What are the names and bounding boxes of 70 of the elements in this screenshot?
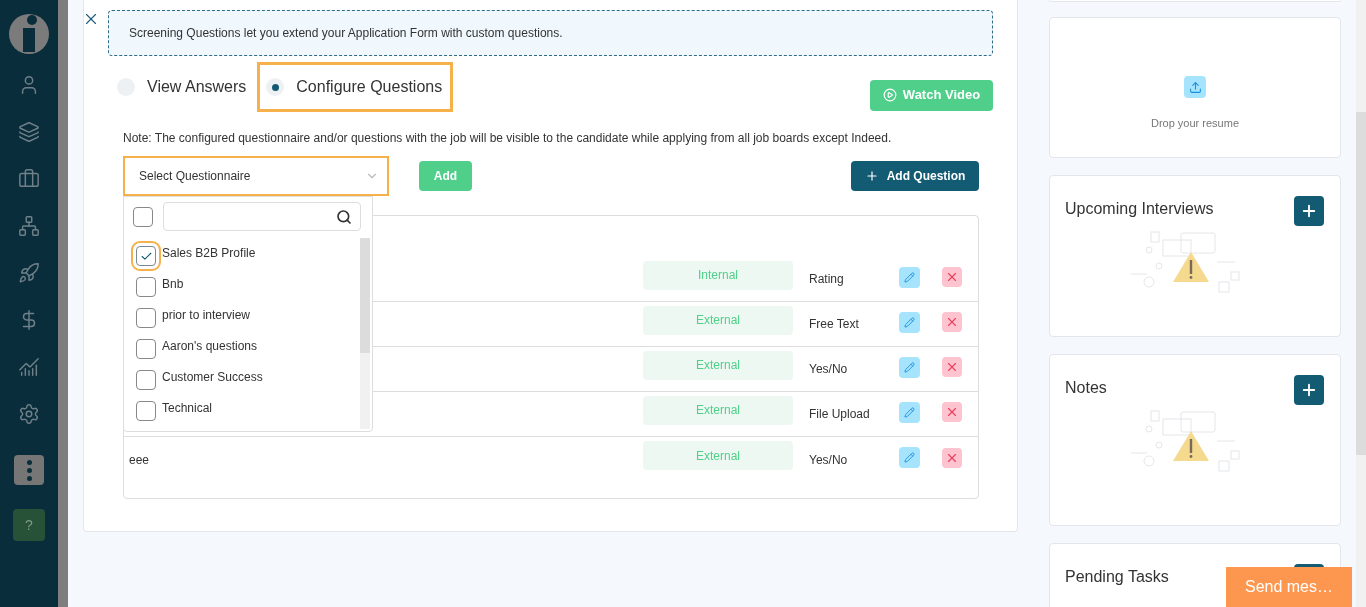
- visibility-tag: External: [643, 305, 793, 335]
- visibility-tag: External: [643, 441, 793, 470]
- info-banner: Screening Questions let you extend your Application Form with custom questions.: [108, 10, 993, 56]
- pencil-icon: [904, 361, 915, 373]
- pencil-icon: [904, 316, 915, 328]
- card-title: Pending Tasks: [1065, 567, 1169, 587]
- option-label[interactable]: Aaron's questions: [162, 337, 257, 355]
- question-type: File Upload: [809, 406, 871, 423]
- org-chart-icon[interactable]: [18, 215, 40, 237]
- pencil-icon: [904, 452, 915, 463]
- question-type: Free Text: [809, 316, 860, 333]
- close-icon: [945, 315, 959, 329]
- search-icon: [336, 208, 352, 225]
- edit-button[interactable]: [899, 356, 920, 378]
- add-button[interactable]: [1294, 375, 1324, 405]
- card-title: Notes: [1065, 378, 1107, 398]
- option-label[interactable]: Technical: [162, 399, 213, 417]
- option-label[interactable]: prior to interview: [162, 306, 251, 324]
- search-field[interactable]: [163, 202, 361, 231]
- delete-button[interactable]: [942, 402, 962, 422]
- add-question-button[interactable]: Add Question: [851, 161, 979, 191]
- question-type: Yes/No: [809, 361, 849, 378]
- close-icon: [945, 405, 959, 419]
- checkbox[interactable]: [136, 308, 156, 328]
- add-button[interactable]: [1294, 196, 1324, 226]
- option-label[interactable]: Sales B2B Profile: [162, 244, 256, 262]
- checkbox[interactable]: [136, 401, 156, 421]
- edit-button[interactable]: [899, 311, 920, 333]
- scrollbar[interactable]: [360, 238, 370, 429]
- option-label[interactable]: Bnb: [162, 275, 184, 293]
- option-label[interactable]: Customer Success: [162, 368, 263, 386]
- settings-icon[interactable]: [18, 403, 40, 425]
- play-icon: [882, 88, 897, 102]
- radio-option[interactable]: View Answers: [108, 62, 258, 112]
- question-type: Rating: [809, 271, 845, 288]
- questionnaire-select[interactable]: Select Questionnaire: [123, 156, 389, 196]
- delete-button[interactable]: [942, 267, 962, 287]
- visibility-tag: Internal: [643, 260, 793, 290]
- edit-button[interactable]: [899, 266, 920, 288]
- rocket-icon[interactable]: [18, 262, 40, 284]
- delete-button[interactable]: [942, 312, 962, 332]
- visibility-tag: External: [643, 395, 793, 425]
- briefcase-icon[interactable]: [18, 168, 40, 190]
- layers-icon[interactable]: [18, 121, 40, 143]
- pencil-icon: [904, 271, 915, 283]
- page-scrollbar[interactable]: [1356, 0, 1366, 607]
- plus-icon: [1300, 202, 1318, 220]
- delete-button[interactable]: [942, 357, 962, 377]
- close-icon: [945, 360, 959, 374]
- radio-option[interactable]: Configure Questions: [257, 62, 454, 112]
- resume-drop-text: Drop your resume: [1150, 116, 1239, 131]
- close-icon: [945, 270, 959, 284]
- note-text: Note: The configured questionnaire and/or questions with the job will be visible to the candidate while applying from all job boards except Indeed.: [123, 130, 893, 147]
- card-title: Upcoming Interviews: [1065, 199, 1214, 219]
- edit-button[interactable]: [899, 401, 920, 423]
- chart-icon[interactable]: [18, 356, 40, 378]
- resume-drop-zone[interactable]: Drop your resume: [1049, 17, 1341, 158]
- question-text: eee: [129, 452, 150, 467]
- delete-button[interactable]: [942, 447, 962, 468]
- edit-button[interactable]: [899, 447, 920, 468]
- plus-icon: [864, 169, 879, 183]
- visibility-tag: External: [643, 350, 793, 380]
- more-button[interactable]: [14, 455, 44, 485]
- checkbox[interactable]: [133, 206, 153, 227]
- pencil-icon: [904, 406, 915, 418]
- checkbox[interactable]: [136, 339, 156, 359]
- plus-icon: [1300, 381, 1318, 399]
- checkbox[interactable]: [136, 370, 156, 390]
- question-type: Yes/No: [809, 451, 849, 469]
- checkbox[interactable]: [136, 277, 156, 297]
